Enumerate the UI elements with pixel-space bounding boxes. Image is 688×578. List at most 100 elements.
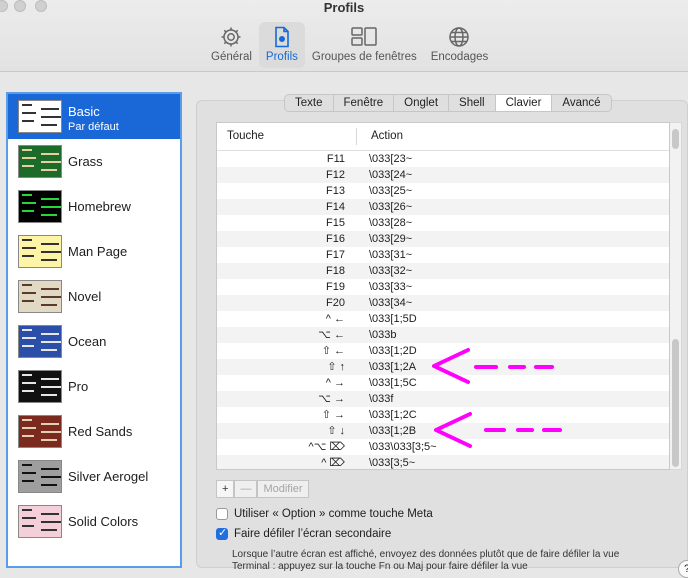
profile-item-man-page[interactable]: Man Page xyxy=(8,229,180,274)
modify-row-button[interactable]: Modifier xyxy=(257,480,309,498)
thumbnail-line xyxy=(41,378,59,380)
action-cell: \033[34~ xyxy=(369,297,413,309)
help-button[interactable]: ? xyxy=(678,560,688,578)
tab-window-groups[interactable]: Groupes de fenêtres xyxy=(305,22,424,68)
scrollbar-thumb-top[interactable] xyxy=(672,129,679,149)
table-row[interactable]: F15 \033[28~ xyxy=(217,215,669,231)
key-cell: ⇧ ↓ xyxy=(327,425,345,437)
profile-item-solid-colors[interactable]: Solid Colors xyxy=(8,499,180,544)
key-cell: ^ ← xyxy=(325,313,345,325)
key-cell: F15 xyxy=(326,217,345,229)
subtab-texte[interactable]: Texte xyxy=(285,95,334,111)
thumbnail-line xyxy=(22,374,32,376)
option-meta-checkbox[interactable] xyxy=(216,508,228,520)
table-header: Touche Action xyxy=(217,123,669,151)
column-header-key[interactable]: Touche xyxy=(227,130,264,142)
thumbnail-line xyxy=(22,149,32,151)
globe-icon xyxy=(449,27,470,47)
thumbnail-line xyxy=(41,206,61,208)
profile-item-grass[interactable]: Grass xyxy=(8,139,180,184)
profile-item-homebrew[interactable]: Homebrew xyxy=(8,184,180,229)
table-row[interactable]: ⌥ ← \033b xyxy=(217,327,669,343)
subtab-shell[interactable]: Shell xyxy=(449,95,496,111)
remove-row-button[interactable]: — xyxy=(234,480,258,498)
table-row[interactable]: F16 \033[29~ xyxy=(217,231,669,247)
profile-item-novel[interactable]: Novel xyxy=(8,274,180,319)
thumbnail-line xyxy=(41,169,57,171)
tab-window-groups-label: Groupes de fenêtres xyxy=(311,51,417,63)
thumbnail-line xyxy=(41,296,61,298)
profile-item-silver-aerogel[interactable]: Silver Aerogel xyxy=(8,454,180,499)
thumbnail-line xyxy=(22,472,36,474)
scrollbar-thumb[interactable] xyxy=(672,339,679,467)
key-cell: ⇧ → xyxy=(321,409,345,421)
thumbnail-line xyxy=(41,394,57,396)
column-separator xyxy=(356,128,357,145)
table-row[interactable]: F18 \033[32~ xyxy=(217,263,669,279)
thumbnail-line xyxy=(41,439,57,441)
tab-general[interactable]: Général xyxy=(204,22,259,68)
column-header-action[interactable]: Action xyxy=(371,130,403,142)
thumbnail-line xyxy=(41,108,59,110)
action-cell: \033[1;2D xyxy=(369,345,417,357)
key-cell: ^ ⌦ xyxy=(321,457,345,469)
thumbnail-line xyxy=(22,247,36,249)
table-row[interactable]: ^ ⌦ \033[3;5~ xyxy=(217,455,669,469)
thumbnail-line xyxy=(22,329,32,331)
table-row[interactable]: ⌥ → \033f xyxy=(217,391,669,407)
action-cell: \033[24~ xyxy=(369,169,413,181)
thumbnail-line xyxy=(41,341,61,343)
action-cell: \033[1;2A xyxy=(369,361,417,373)
thumbnail-line xyxy=(22,427,36,429)
key-cell: F17 xyxy=(326,249,345,261)
profile-item-basic[interactable]: Basic Par défaut xyxy=(8,94,180,139)
profile-name: Pro xyxy=(68,379,89,394)
option-alternate-scroll[interactable]: Faire défiler l’écran secondaire xyxy=(216,526,391,540)
profile-thumbnail xyxy=(18,100,62,133)
subtab-clavier[interactable]: Clavier xyxy=(495,95,553,111)
thumbnail-line xyxy=(41,484,57,486)
table-row[interactable]: F20 \033[34~ xyxy=(217,295,669,311)
table-row[interactable]: F11 \033[23~ xyxy=(217,151,669,167)
table-row[interactable]: F12 \033[24~ xyxy=(217,167,669,183)
tab-profiles[interactable]: Profils xyxy=(258,22,305,68)
subtab-fenêtre[interactable]: Fenêtre xyxy=(334,95,395,111)
key-cell: ⇧ ← xyxy=(321,345,345,357)
option-meta-key[interactable]: Utiliser « Option » comme touche Meta xyxy=(216,508,433,520)
add-row-button[interactable]: + xyxy=(216,480,235,498)
table-row[interactable]: F14 \033[26~ xyxy=(217,199,669,215)
table-row[interactable]: F13 \033[25~ xyxy=(217,183,669,199)
profile-name: Ocean xyxy=(68,334,107,349)
profile-name: Solid Colors xyxy=(68,514,139,529)
profile-item-ocean[interactable]: Ocean xyxy=(8,319,180,364)
table-row[interactable]: F19 \033[33~ xyxy=(217,279,669,295)
thumbnail-line xyxy=(41,259,57,261)
profile-item-red-sands[interactable]: Red Sands xyxy=(8,409,180,454)
thumbnail-line xyxy=(22,157,36,159)
annotation-arrow-1 xyxy=(432,348,554,384)
thumbnail-line xyxy=(22,337,36,339)
tab-encodings[interactable]: Encodages xyxy=(424,22,496,68)
key-cell: ⇧ ↑ xyxy=(327,361,345,373)
table-row[interactable]: F17 \033[31~ xyxy=(217,247,669,263)
profile-thumbnail xyxy=(18,505,62,538)
alternate-scroll-note-2: Terminal : appuyez sur la touche Fn ou M… xyxy=(232,561,528,572)
subtab-onglet[interactable]: Onglet xyxy=(394,95,450,111)
action-cell: \033f xyxy=(369,393,394,405)
thumbnail-line xyxy=(41,288,59,290)
profile-name: Homebrew xyxy=(68,199,131,214)
table-scrollbar[interactable] xyxy=(670,122,682,470)
action-cell: \033[23~ xyxy=(369,153,413,165)
subtab-avancé[interactable]: Avancé xyxy=(552,95,610,111)
alternate-scroll-checkbox[interactable] xyxy=(216,526,228,540)
action-cell: \033[26~ xyxy=(369,201,413,213)
tab-encodings-label: Encodages xyxy=(430,51,489,63)
thumbnail-line xyxy=(41,124,57,126)
profile-name: Silver Aerogel xyxy=(68,469,149,484)
thumbnail-line xyxy=(22,284,32,286)
key-cell: ^⌥ ⌦ xyxy=(308,441,345,453)
profile-item-pro[interactable]: Pro xyxy=(8,364,180,409)
key-cell: F14 xyxy=(326,201,345,213)
key-cell: F19 xyxy=(326,281,345,293)
table-row[interactable]: ^ ← \033[1;5D xyxy=(217,311,669,327)
